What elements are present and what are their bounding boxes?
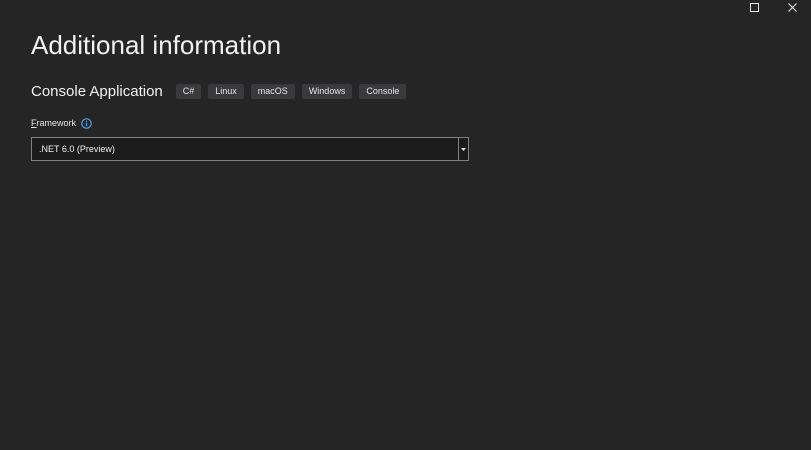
close-button[interactable] [773, 0, 811, 14]
window-controls [735, 0, 811, 14]
tag-console: Console [359, 83, 407, 99]
page-title: Additional information [31, 30, 282, 60]
chevron-down-icon [461, 147, 466, 151]
tag-macos: macOS [250, 83, 295, 99]
framework-select-value: .NET 6.0 (Preview) [39, 144, 115, 154]
template-summary: Console Application C# Linux macOS Windo… [31, 80, 413, 102]
info-icon[interactable] [81, 117, 92, 129]
tag-windows: Windows [301, 83, 353, 99]
framework-dropdown-button[interactable] [458, 138, 468, 160]
maximize-button[interactable] [735, 0, 773, 14]
tag-linux: Linux [208, 83, 244, 99]
template-name: Console Application [31, 82, 163, 100]
framework-select[interactable]: .NET 6.0 (Preview) [31, 137, 469, 161]
tag-csharp: C# [175, 83, 202, 99]
framework-label-text: ramework [36, 118, 77, 128]
framework-label: Framework [31, 116, 92, 130]
close-icon [787, 2, 797, 12]
maximize-icon [749, 2, 759, 12]
template-tags: C# Linux macOS Windows Console [175, 83, 414, 99]
